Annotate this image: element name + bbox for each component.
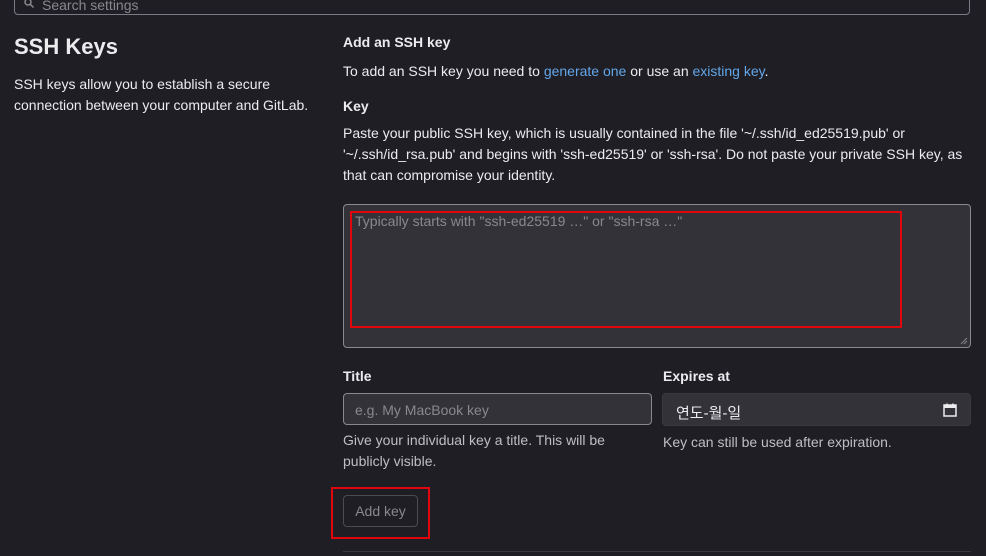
expires-at-label: Expires at — [663, 368, 730, 384]
page-description: SSH keys allow you to establish a secure… — [14, 76, 309, 113]
expires-at-date-input[interactable]: 연도-월-일 — [662, 393, 971, 426]
calendar-icon[interactable] — [943, 403, 957, 417]
title-placeholder: e.g. My MacBook key — [355, 402, 489, 418]
instruction-text-after: . — [764, 63, 769, 79]
resize-grip-icon[interactable] — [960, 337, 968, 345]
instruction-text-before: To add an SSH key you need to — [343, 63, 544, 79]
key-label: Key — [343, 98, 369, 114]
page-title: SSH Keys — [14, 34, 118, 59]
add-ssh-key-instructions: To add an SSH key you need to generate o… — [343, 61, 971, 81]
existing-key-link[interactable]: existing key — [693, 63, 765, 79]
search-icon — [24, 0, 34, 8]
title-input[interactable]: e.g. My MacBook key — [343, 393, 652, 425]
title-help-text: Give your individual key a title. This w… — [343, 432, 605, 469]
generate-one-link[interactable]: generate one — [544, 63, 627, 79]
add-ssh-key-form: Add an SSH key To add an SSH key you nee… — [343, 33, 971, 186]
add-key-highlight — [331, 487, 430, 539]
expires-at-value: 연도-월-일 — [676, 405, 742, 422]
add-ssh-key-heading: Add an SSH key — [343, 34, 451, 50]
instruction-text-middle: or use an — [626, 63, 693, 79]
search-placeholder: Search settings — [42, 0, 139, 13]
divider — [343, 551, 971, 552]
title-label: Title — [343, 368, 372, 384]
key-field-highlight — [350, 211, 902, 328]
expires-at-help-text: Key can still be used after expiration. — [663, 434, 892, 450]
search-input[interactable]: Search settings — [14, 0, 970, 15]
settings-sidebar: SSH Keys SSH keys allow you to establish… — [14, 34, 314, 116]
key-description: Paste your public SSH key, which is usua… — [343, 125, 963, 183]
